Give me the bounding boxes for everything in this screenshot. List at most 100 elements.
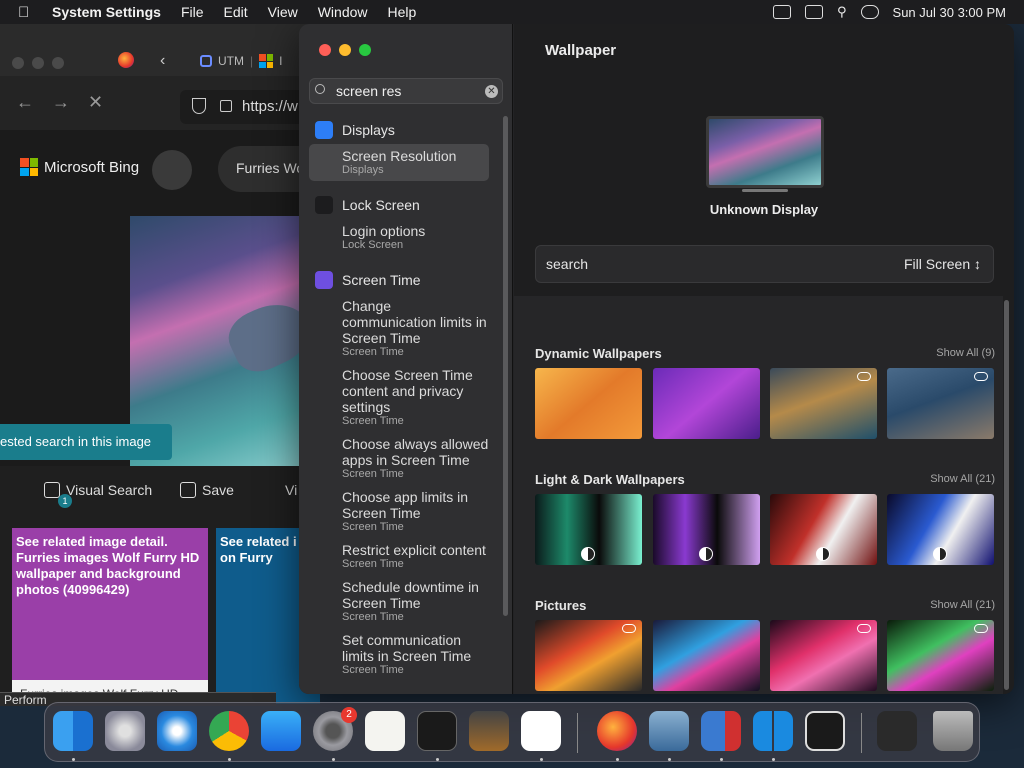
clock-datetime[interactable]: Sun Jul 30 3:00 PM <box>893 5 1006 20</box>
menu-bar:  System Settings File Edit View Window … <box>0 0 1024 24</box>
tab-utm[interactable]: UTM | I <box>192 46 290 76</box>
search-result-item[interactable]: Schedule downtime in Screen Time Screen T… <box>309 575 489 628</box>
minimize-window-icon[interactable] <box>339 44 351 56</box>
minimize-dim-icon[interactable] <box>32 57 44 69</box>
show-all-button[interactable]: Show All (21) <box>930 599 995 611</box>
menu-view[interactable]: View <box>268 4 298 20</box>
sidebar-scrollbar[interactable] <box>503 116 508 616</box>
search-result-subtitle: Screen Time <box>342 611 404 623</box>
virtualbox-icon[interactable] <box>649 711 689 751</box>
stop-loading-icon[interactable]: ✕ <box>88 92 103 113</box>
menu-file[interactable]: File <box>181 4 204 20</box>
search-result-item[interactable]: Set communication limits in Screen Time S… <box>309 628 489 681</box>
wallpaper-thumb[interactable] <box>887 620 994 691</box>
menu-edit[interactable]: Edit <box>224 4 248 20</box>
search-result-item[interactable]: Restrict explicit content Screen Time <box>309 538 489 575</box>
wallpaper-thumb[interactable] <box>770 620 877 691</box>
control-center-icon[interactable] <box>860 5 879 19</box>
chrome-icon[interactable] <box>209 711 249 751</box>
vscode-icon[interactable] <box>521 711 561 751</box>
settings-search-input[interactable]: screen res <box>309 78 503 104</box>
close-dim-icon[interactable] <box>12 57 24 69</box>
menu-help[interactable]: Help <box>388 4 417 20</box>
guitar-icon[interactable] <box>469 711 509 751</box>
sidebar-toggle-icon[interactable] <box>773 5 791 19</box>
menu-window[interactable]: Window <box>318 4 368 20</box>
wallpaper-thumb[interactable] <box>535 494 642 565</box>
show-all-button[interactable]: Show All (9) <box>936 347 995 359</box>
save-label: Save <box>202 482 234 498</box>
display-preview[interactable] <box>706 116 824 188</box>
wallpaper-thumb[interactable] <box>653 620 760 691</box>
more-action-label: Vi <box>285 482 298 498</box>
wallpaper-thumb[interactable] <box>535 368 642 439</box>
light-dark-icon <box>933 547 947 561</box>
browser-tab-bar: ‹ UTM | I <box>0 24 320 76</box>
dock-separator <box>861 713 862 753</box>
wallpaper-thumb[interactable] <box>535 620 642 691</box>
minimized-window-icon[interactable] <box>877 711 917 751</box>
system-settings-window: screen res ✕ Displays Screen Resolution Di… <box>299 24 1014 694</box>
search-result-item[interactable]: Choose Screen Time content and privacy s… <box>309 363 489 432</box>
firefox-tab-icon[interactable] <box>118 52 134 68</box>
result-group-header[interactable]: Displays <box>299 116 504 144</box>
zoom-window-icon[interactable] <box>359 44 371 56</box>
light-dark-icon <box>816 547 830 561</box>
spotlight-search-icon[interactable]: ⚲ <box>837 4 847 20</box>
search-result-item[interactable]: Screen Resolution Displays <box>309 144 489 181</box>
search-result-subtitle: Lock Screen <box>342 239 404 251</box>
app-store-icon[interactable] <box>261 711 301 751</box>
result-group-header[interactable]: Screen Time <box>299 266 504 294</box>
thumbnail-row <box>535 620 995 692</box>
search-result-item[interactable]: Login options Lock Screen <box>309 219 489 256</box>
apple-menu-icon[interactable]:  <box>18 4 36 21</box>
remote-desktop-icon[interactable] <box>701 711 741 751</box>
textedit-icon[interactable] <box>365 711 405 751</box>
show-all-button[interactable]: Show All (21) <box>930 473 995 485</box>
wallpaper-thumb[interactable] <box>653 494 760 565</box>
forward-arrow-icon[interactable]: → <box>52 92 70 113</box>
trash-icon[interactable] <box>933 711 973 751</box>
lock-icon[interactable] <box>220 100 232 112</box>
windows-icon[interactable] <box>753 711 793 751</box>
running-indicator <box>436 758 439 761</box>
unity-icon[interactable] <box>805 711 845 751</box>
search-result-item[interactable]: Change communication limits in Screen Ti… <box>309 294 489 363</box>
search-result-item[interactable]: Choose app limits in Screen Time Screen T… <box>309 485 489 538</box>
avatar[interactable] <box>152 150 192 190</box>
close-window-icon[interactable] <box>319 44 331 56</box>
wallpaper-thumb[interactable] <box>770 494 877 565</box>
result-group-icon <box>315 271 333 289</box>
gallery-scrollbar[interactable] <box>1003 296 1011 694</box>
finder-icon[interactable] <box>53 711 93 751</box>
chevron-left-icon[interactable]: ‹ <box>160 52 165 70</box>
wallpaper-thumb[interactable] <box>770 368 877 439</box>
zoom-dim-icon[interactable] <box>52 57 64 69</box>
clear-search-icon[interactable]: ✕ <box>485 85 498 98</box>
more-action-button[interactable]: Vi <box>285 482 297 498</box>
launchpad-icon[interactable] <box>105 711 145 751</box>
search-results-list: Displays Screen Resolution Displays Lock Sc… <box>299 116 504 694</box>
result-group-header[interactable]: Lock Screen <box>299 191 504 219</box>
wallpaper-thumb[interactable] <box>653 368 760 439</box>
bing-logo[interactable]: Microsoft Bing <box>20 158 139 176</box>
shield-icon[interactable] <box>192 98 206 114</box>
search-result-subtitle: Screen Time <box>342 346 404 358</box>
terminal-icon[interactable] <box>417 711 457 751</box>
fill-mode-select[interactable]: Fill Screen ↕ <box>904 256 981 272</box>
related-image-card[interactable]: See related image detail. Furries images… <box>12 528 208 704</box>
save-button[interactable]: Save <box>180 482 234 498</box>
search-result-item[interactable]: Choose always allowed apps in Screen Tim… <box>309 432 489 485</box>
gallery-scroll-thumb[interactable] <box>1004 300 1009 690</box>
visual-search-icon <box>44 482 60 498</box>
safari-icon[interactable] <box>157 711 197 751</box>
firefox-icon[interactable] <box>597 711 637 751</box>
wallpaper-thumb[interactable] <box>887 494 994 565</box>
search-result-subtitle: Screen Time <box>342 468 404 480</box>
wallpaper-thumb[interactable] <box>887 368 994 439</box>
window-switch-icon[interactable] <box>805 5 823 19</box>
suggested-search-tooltip[interactable]: ested search in this image <box>0 424 172 460</box>
thumbnail-row <box>535 494 995 566</box>
back-arrow-icon[interactable]: ← <box>16 92 34 113</box>
menu-app-name[interactable]: System Settings <box>52 4 161 20</box>
